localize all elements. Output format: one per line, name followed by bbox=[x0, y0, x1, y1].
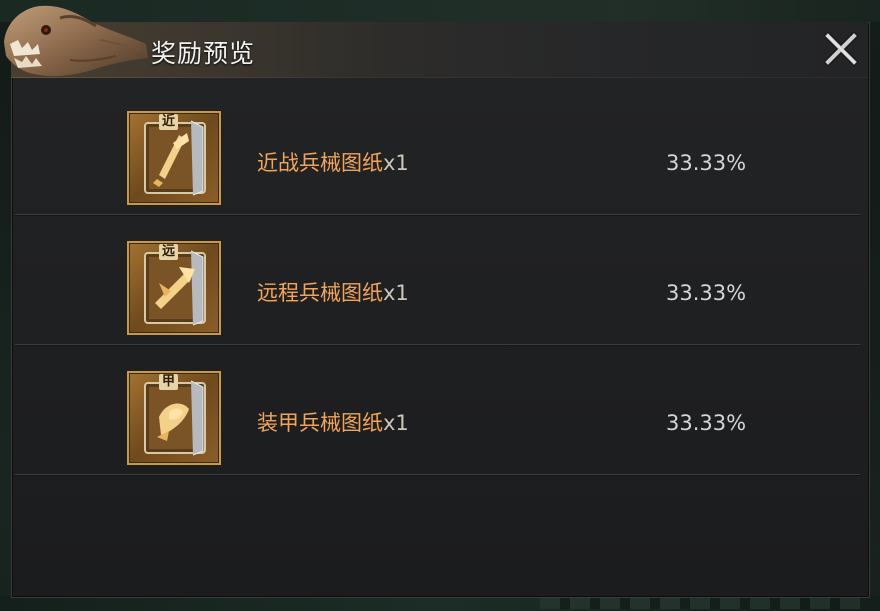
reward-row: 甲 装甲兵械图纸x1 33.33% bbox=[15, 344, 860, 476]
reward-chance: 33.33% bbox=[666, 151, 747, 175]
reward-name: 近战兵械图纸x1 bbox=[257, 151, 409, 175]
reward-item-name: 远程兵械图纸 bbox=[257, 281, 383, 305]
reward-name: 装甲兵械图纸x1 bbox=[257, 411, 409, 435]
item-category-tag: 近 bbox=[159, 114, 179, 130]
reward-item-icon[interactable]: 甲 bbox=[127, 371, 221, 465]
reward-item-icon[interactable]: 近 bbox=[127, 111, 221, 205]
close-x-icon bbox=[823, 31, 859, 67]
reward-quantity: x1 bbox=[383, 151, 409, 175]
reward-quantity: x1 bbox=[383, 281, 409, 305]
reward-item-icon[interactable]: 远 bbox=[127, 241, 221, 335]
reward-name: 远程兵械图纸x1 bbox=[257, 281, 409, 305]
reward-quantity: x1 bbox=[383, 411, 409, 435]
dinosaur-skull-icon bbox=[4, 5, 148, 77]
dialog-title: 奖励预览 bbox=[151, 39, 256, 68]
reward-chance: 33.33% bbox=[666, 281, 747, 305]
reward-chance: 33.33% bbox=[666, 411, 747, 435]
item-category-tag: 远 bbox=[159, 244, 179, 260]
item-category-tag: 甲 bbox=[159, 374, 179, 390]
reward-item-name: 近战兵械图纸 bbox=[257, 151, 383, 175]
background-bottom-strip bbox=[0, 596, 880, 611]
reward-row: 近 近战兵械图纸x1 33.33% bbox=[15, 84, 860, 216]
reward-row: 远 远程兵械图纸x1 33.33% bbox=[15, 214, 860, 346]
close-button[interactable] bbox=[822, 30, 860, 68]
reward-item-name: 装甲兵械图纸 bbox=[257, 411, 383, 435]
